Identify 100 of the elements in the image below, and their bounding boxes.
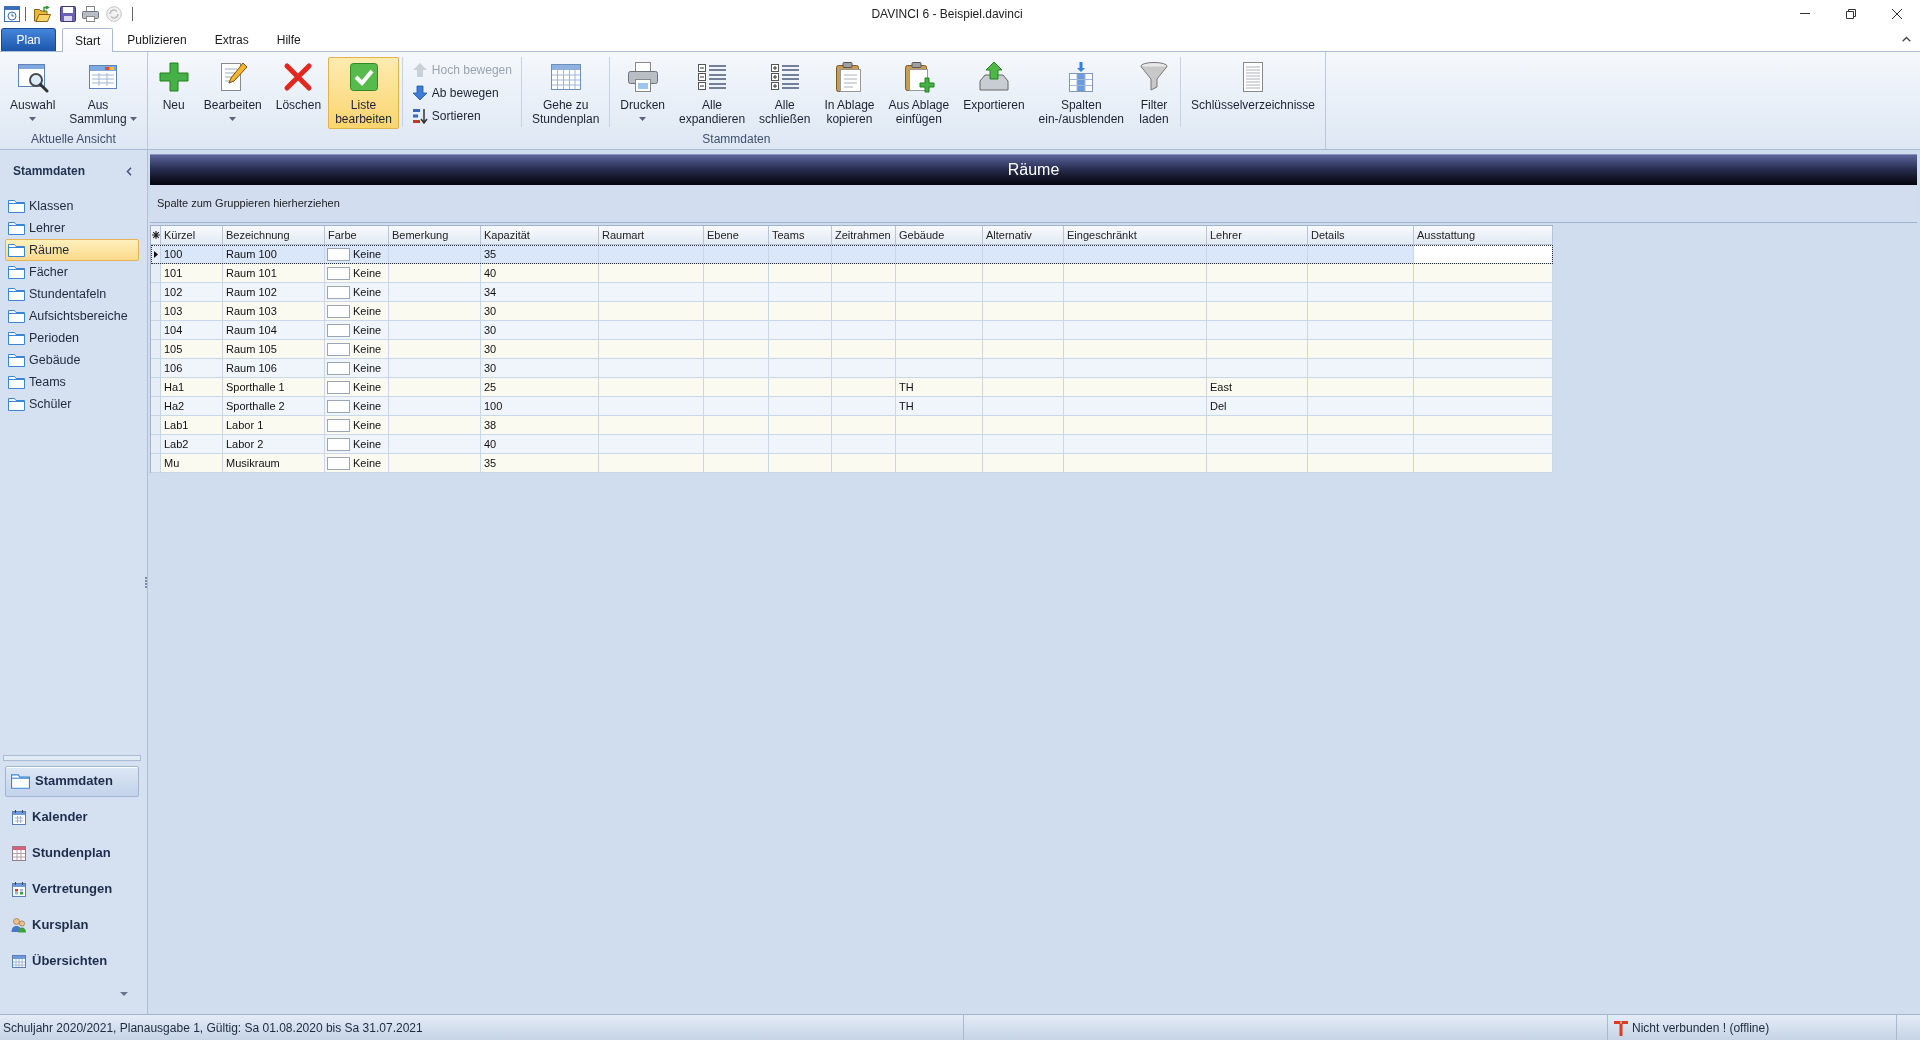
ribbon-button[interactable]: Ab bewegen [407,81,503,104]
column-header[interactable]: Raumart [599,226,704,245]
export-icon [977,61,1010,93]
ribbon-group-label: Stammdaten [702,132,771,147]
sidebar-item[interactable]: Teams [5,371,139,393]
nav-button[interactable]: Stammdaten [5,765,139,797]
folder-icon [11,773,30,789]
chevron-left-icon[interactable] [126,166,132,176]
table-row[interactable]: 106 Raum 106 Keine 30 [151,359,1553,378]
nav-button[interactable]: Übersichten [5,945,139,977]
sidebar-item[interactable]: Klassen [5,195,139,217]
app-icon[interactable] [3,4,21,23]
sidebar-title: Stammdaten [13,163,86,180]
ribbon-button[interactable]: Exportieren [956,57,1032,129]
ribbon-button[interactable]: Filter laden [1131,57,1177,129]
table-row[interactable]: 104 Raum 104 Keine 30 [151,321,1553,340]
table-row[interactable]: Lab2 Labor 2 Keine 40 [151,435,1553,454]
folder-icon [8,265,25,279]
column-header[interactable]: Bezeichnung [223,226,325,245]
folder-icon [8,221,25,235]
table-row[interactable]: Ha1 Sporthalle 1 Keine 25 TH East [151,378,1553,397]
nav-button[interactable]: Kursplan [5,909,139,941]
restore-icon [1846,8,1856,19]
folder-icon [8,243,25,257]
ribbon-button[interactable]: Gehe zu Stundenplan [524,57,607,129]
printer-icon [626,61,659,93]
column-header[interactable]: Alternativ [983,226,1064,245]
table-row[interactable]: 103 Raum 103 Keine 30 [151,302,1553,321]
ribbon-button[interactable]: Alle expandieren [672,57,753,129]
status-text: Schuljahr 2020/2021, Planausgabe 1, Gültig: Sa 01.08.2020 bis Sa 31.07.2021 [3,1019,423,1037]
sidebar-item[interactable]: Stundentafeln [5,283,139,305]
column-header[interactable]: Lehrer [1207,226,1308,245]
color-name: Keine [353,436,382,452]
ribbon-button[interactable]: Liste bearbeiten [328,57,399,129]
ribbon-button[interactable]: Sortieren [407,104,485,127]
column-header[interactable]: Teams [769,226,832,245]
column-header[interactable]: Details [1308,226,1414,245]
sidebar-item[interactable]: Aufsichtsbereiche [5,305,139,327]
table-icon [11,845,27,861]
check-icon [347,61,380,93]
ribbon-button[interactable]: Aus Sammlung [62,57,144,129]
app-menu-button[interactable]: Plan [1,28,56,51]
row-pointer-icon [153,250,158,258]
splitter-grip-icon[interactable] [144,576,147,588]
color-swatch-icon [327,304,350,318]
table-row[interactable]: 102 Raum 102 Keine 34 [151,283,1553,302]
window-magnifier-icon [16,61,49,93]
table-row[interactable]: 105 Raum 105 Keine 30 [151,340,1553,359]
ribbon-button[interactable]: Auswahl [3,57,63,129]
ribbon-button[interactable]: Spalten ein-/ausblenden [1031,57,1131,129]
table-row[interactable]: Ha2 Sporthalle 2 Keine 100 TH Del [151,397,1553,416]
column-header[interactable]: Ausstattung [1414,226,1553,245]
ribbon-tab[interactable]: Start [62,28,114,52]
ribbon-button[interactable]: Löschen [268,57,329,129]
plus-icon [157,61,190,93]
column-header[interactable]: Eingeschränkt [1064,226,1207,245]
panel-title: Räume [1007,160,1060,180]
nav-button[interactable]: Vertretungen [5,873,139,905]
ribbon-button[interactable]: Bearbeiten [196,57,269,129]
column-header[interactable]: Farbe [325,226,389,245]
color-name: Keine [353,303,382,319]
column-header[interactable]: Kapazität [481,226,599,245]
ribbon-tab[interactable]: Publizieren [113,28,201,51]
print-icon[interactable] [82,5,99,22]
color-name: Keine [353,341,382,357]
ribbon-tab[interactable]: Extras [200,28,263,51]
sidebar-item[interactable]: Fächer [5,261,139,283]
caret-down-icon[interactable] [120,992,128,996]
ribbon-button[interactable]: Neu [150,57,197,129]
save-icon[interactable] [60,5,76,22]
color-name: Keine [353,379,382,395]
group-hint: Spalte zum Gruppieren hierherziehen [157,196,340,212]
color-name: Keine [353,360,382,376]
color-name: Keine [353,322,382,338]
ribbon-button[interactable]: Alle schließen [752,57,818,129]
sidebar-item[interactable]: Schüler [5,393,139,415]
ribbon-button[interactable]: Aus Ablage einfügen [881,57,957,129]
sidebar-item[interactable]: Lehrer [5,217,139,239]
ribbon-button[interactable]: Drucken [613,57,672,129]
sidebar-item[interactable]: Perioden [5,327,139,349]
table-row[interactable]: Mu Musikraum Keine 35 [151,454,1553,473]
arrow-down-icon [411,84,428,101]
column-header[interactable]: Gebäude [896,226,983,245]
sidebar-item[interactable]: Räume [5,239,139,261]
nav-button[interactable]: Stundenplan [5,837,139,869]
sidebar-item[interactable]: Gebäude [5,349,139,371]
table-row[interactable]: 101 Raum 101 Keine 40 [151,264,1553,283]
ribbon-tab[interactable]: Hilfe [262,28,315,51]
ribbon-button[interactable]: Schlüsselverzeichnisse [1184,57,1323,129]
column-header[interactable]: Zeitrahmen [832,226,896,245]
chevron-up-icon[interactable] [1902,36,1911,42]
table-row[interactable]: Lab1 Labor 1 Keine 38 [151,416,1553,435]
color-name: Keine [353,398,382,414]
folder-icon [8,287,25,301]
table-row[interactable]: 100 Raum 100 Keine 35 [151,245,1553,264]
ribbon-button[interactable]: In Ablage kopieren [817,57,882,129]
nav-button[interactable]: Kalender [5,801,139,833]
open-folder-icon[interactable] [34,5,51,22]
column-header[interactable]: Kürzel [161,226,223,245]
column-header[interactable]: Ebene [704,226,769,245]
